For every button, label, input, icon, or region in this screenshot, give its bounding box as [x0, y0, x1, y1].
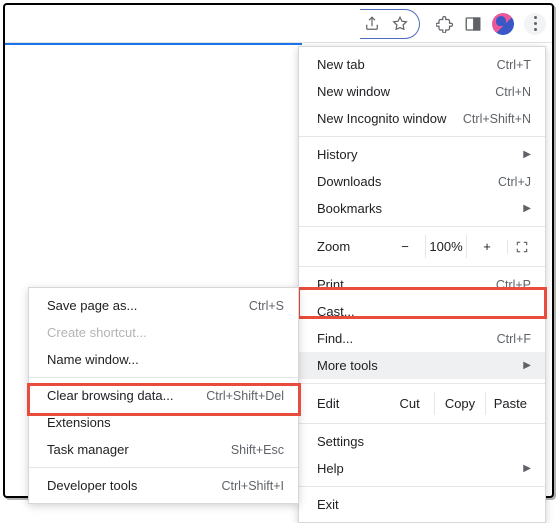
menu-downloads[interactable]: Downloads Ctrl+J [299, 168, 545, 195]
menu-cast[interactable]: Cast... [299, 298, 545, 325]
shortcut: Shift+Esc [231, 443, 284, 457]
menu-separator [299, 383, 545, 384]
menu-separator [29, 467, 298, 468]
menu-zoom-row: Zoom − 100% + [299, 231, 545, 262]
shortcut: Ctrl+Shift+I [221, 479, 284, 493]
profile-avatar[interactable] [492, 13, 514, 35]
browser-window: New tab Ctrl+T New window Ctrl+N New Inc… [3, 3, 554, 498]
shortcut: Ctrl+N [495, 85, 531, 99]
submenu-developer-tools[interactable]: Developer tools Ctrl+Shift+I [29, 472, 298, 499]
shortcut: Ctrl+S [249, 299, 284, 313]
extensions-icon[interactable] [436, 15, 454, 33]
menu-settings[interactable]: Settings [299, 428, 545, 455]
share-icon[interactable] [363, 15, 381, 33]
menu-label: Clear browsing data... [47, 388, 173, 403]
menu-find[interactable]: Find... Ctrl+F [299, 325, 545, 352]
menu-new-window[interactable]: New window Ctrl+N [299, 78, 545, 105]
submenu-name-window[interactable]: Name window... [29, 346, 298, 373]
sidepanel-icon[interactable] [464, 15, 482, 33]
omnibox-right [360, 9, 420, 39]
menu-label: Settings [317, 434, 364, 449]
menu-label: Developer tools [47, 478, 137, 493]
menu-label: New tab [317, 57, 365, 72]
toolbar [5, 5, 552, 43]
zoom-in-button[interactable]: + [466, 235, 507, 258]
menu-label: Name window... [47, 352, 139, 367]
menu-label: History [317, 147, 357, 162]
submenu-extensions[interactable]: Extensions [29, 409, 298, 436]
menu-label: New window [317, 84, 390, 99]
menu-edit-row: Edit Cut Copy Paste [299, 388, 545, 419]
menu-label: Print... [317, 277, 355, 292]
menu-separator [299, 486, 545, 487]
menu-label: New Incognito window [317, 111, 446, 126]
menu-label: Find... [317, 331, 353, 346]
menu-more-tools[interactable]: More tools ▶ [299, 352, 545, 379]
zoom-value: 100% [425, 235, 466, 258]
menu-print[interactable]: Print... Ctrl+P [299, 271, 545, 298]
shortcut: Ctrl+F [497, 332, 531, 346]
loading-bar [5, 43, 302, 45]
submenu-save-page[interactable]: Save page as... Ctrl+S [29, 292, 298, 319]
menu-label: Create shortcut... [47, 325, 147, 340]
menu-separator [299, 226, 545, 227]
edit-cut[interactable]: Cut [385, 392, 434, 415]
shortcut: Ctrl+J [498, 175, 531, 189]
menu-new-tab[interactable]: New tab Ctrl+T [299, 51, 545, 78]
submenu-arrow-icon: ▶ [523, 149, 531, 160]
menu-label: Task manager [47, 442, 129, 457]
edit-label: Edit [317, 396, 385, 411]
zoom-label: Zoom [317, 239, 385, 254]
shortcut: Ctrl+P [496, 278, 531, 292]
menu-label: Save page as... [47, 298, 137, 313]
submenu-arrow-icon: ▶ [523, 203, 531, 214]
menu-label: Cast... [317, 304, 355, 319]
menu-separator [299, 266, 545, 267]
shortcut: Ctrl+Shift+N [463, 112, 531, 126]
menu-label: Downloads [317, 174, 381, 189]
fullscreen-icon[interactable] [507, 240, 535, 254]
submenu-clear-browsing-data[interactable]: Clear browsing data... Ctrl+Shift+Del [29, 382, 298, 409]
menu-label: Extensions [47, 415, 111, 430]
menu-separator [29, 377, 298, 378]
bookmark-star-icon[interactable] [391, 15, 409, 33]
menu-bookmarks[interactable]: Bookmarks ▶ [299, 195, 545, 222]
submenu-create-shortcut: Create shortcut... [29, 319, 298, 346]
edit-paste[interactable]: Paste [485, 392, 535, 415]
menu-separator [299, 423, 545, 424]
zoom-out-button[interactable]: − [385, 235, 425, 258]
menu-help[interactable]: Help ▶ [299, 455, 545, 482]
chrome-main-menu: New tab Ctrl+T New window Ctrl+N New Inc… [298, 46, 546, 523]
chrome-menu-button[interactable] [524, 13, 546, 35]
menu-new-incognito[interactable]: New Incognito window Ctrl+Shift+N [299, 105, 545, 132]
menu-label: Help [317, 461, 344, 476]
menu-history[interactable]: History ▶ [299, 141, 545, 168]
menu-label: More tools [317, 358, 378, 373]
menu-separator [299, 136, 545, 137]
submenu-task-manager[interactable]: Task manager Shift+Esc [29, 436, 298, 463]
submenu-arrow-icon: ▶ [523, 360, 531, 371]
menu-label: Exit [317, 497, 339, 512]
edit-copy[interactable]: Copy [434, 392, 484, 415]
menu-label: Bookmarks [317, 201, 382, 216]
shortcut: Ctrl+Shift+Del [206, 389, 284, 403]
shortcut: Ctrl+T [497, 58, 531, 72]
submenu-arrow-icon: ▶ [523, 463, 531, 474]
menu-exit[interactable]: Exit [299, 491, 545, 518]
more-tools-submenu: Save page as... Ctrl+S Create shortcut..… [28, 287, 299, 504]
